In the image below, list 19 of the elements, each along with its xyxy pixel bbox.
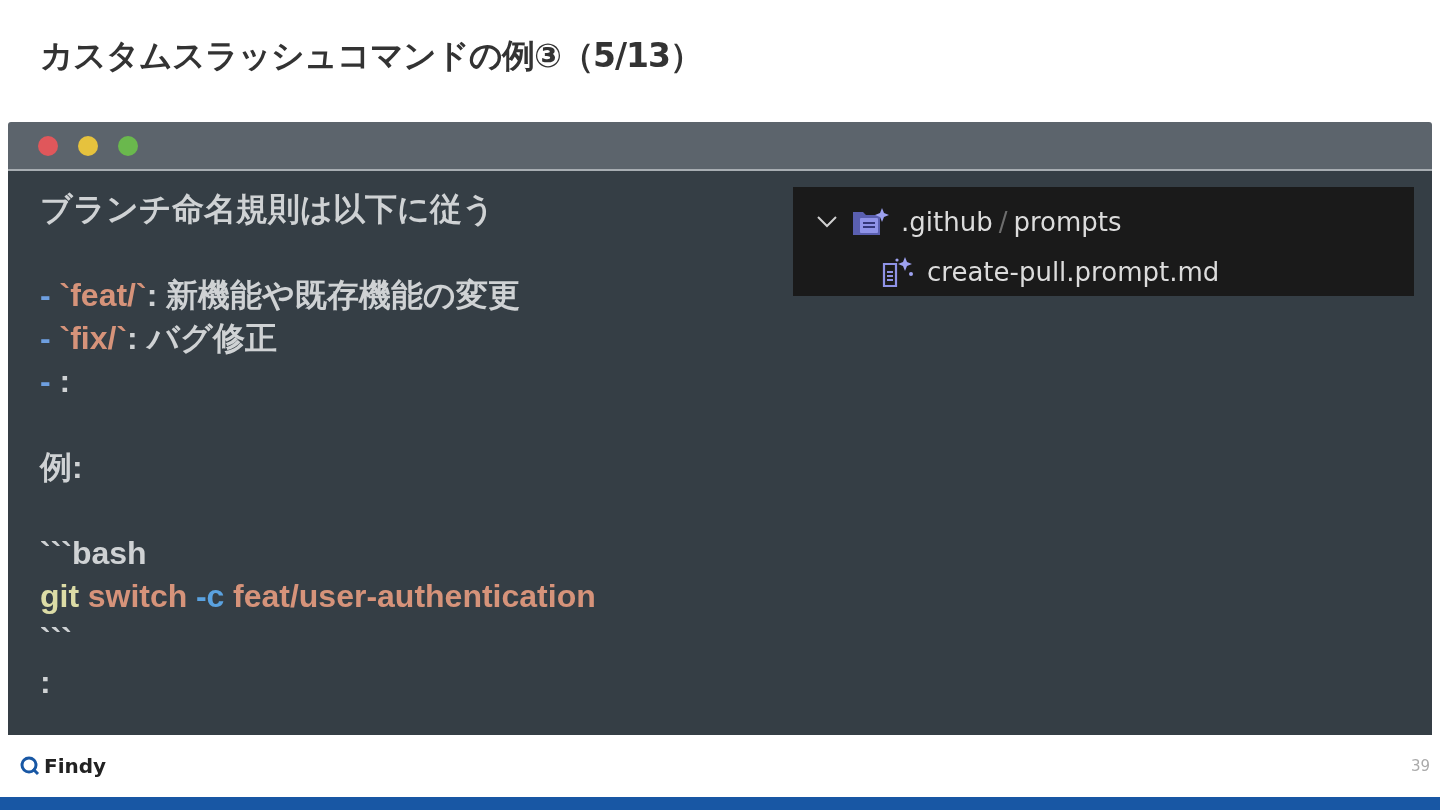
folder-path[interactable]: .github / prompts [901,207,1122,237]
window-control-button[interactable] [118,135,138,156]
file-name[interactable]: create-pull.prompt.md [927,257,1220,287]
file-sparkle-icon [881,256,915,288]
window-control-button[interactable] [78,135,98,156]
code-line: - `fix/`: バグ修正 [40,319,277,358]
code-line: git switch -c feat/user-authentication [40,577,596,616]
logo-icon [20,756,40,776]
code-line: ```bash [40,534,147,573]
folder-sparkle-icon [851,206,889,238]
code-line: 例: [40,448,83,487]
code-line: ブランチ命名規則は以下に従う [40,190,495,229]
code-line: - `feat/`: 新機能や既存機能の変更 [40,276,521,315]
slide-title: カスタムスラッシュコマンドの例③（5/13） [40,35,702,77]
code-line: - : [40,362,71,401]
code-line: : [40,663,51,702]
logo-text: Findy [44,754,107,778]
code-line: ``` [40,620,72,659]
page-number: 39 [1410,757,1430,775]
